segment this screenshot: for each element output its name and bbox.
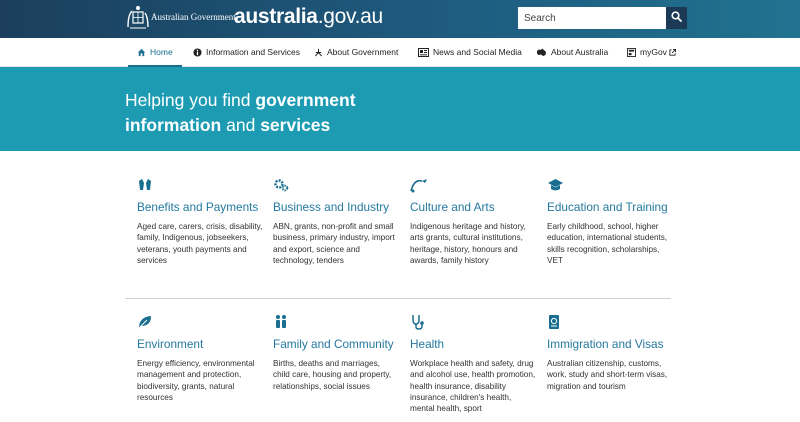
category-description: Indigenous heritage and history, arts gr…: [410, 222, 526, 265]
nav-item-label: About Australia: [551, 47, 609, 57]
site-header: Australian Government australia.gov.au: [0, 0, 800, 38]
search-button[interactable]: [666, 7, 687, 29]
tagline-text: and: [226, 115, 256, 135]
home-icon: [137, 48, 146, 57]
tagline-emphasis: services: [260, 115, 331, 135]
category-description: ABN, grants, non-profit and small busine…: [273, 222, 395, 265]
nav-item-home[interactable]: Home: [128, 38, 182, 67]
category-title[interactable]: Health: [410, 337, 536, 352]
info-icon: [193, 47, 202, 57]
category-health[interactable]: Health Workplace health and safety, drug…: [410, 314, 536, 414]
nav-item-about-australia[interactable]: About Australia: [536, 38, 608, 66]
nav-item-label: Home: [150, 47, 173, 57]
nav-item-label: Information and Services: [206, 47, 301, 57]
category-description: Early childhood, school, higher educatio…: [547, 222, 668, 265]
main-navigation: Home Information and Services About Gove…: [0, 38, 800, 67]
business-gears-icon: [273, 177, 399, 195]
external-link-icon: [669, 48, 676, 56]
category-description: Australian citizenship, customs, work, s…: [547, 359, 668, 391]
category-title[interactable]: Education and Training: [547, 200, 675, 215]
tagline-text: Helping you find: [125, 90, 251, 110]
stethoscope-icon: [410, 314, 536, 332]
row-divider: [125, 298, 671, 299]
search-box: [518, 7, 687, 29]
category-title[interactable]: Benefits and Payments: [137, 200, 263, 215]
category-title[interactable]: Immigration and Visas: [547, 337, 675, 352]
logo-bold-text: australia: [234, 5, 318, 28]
australia-map-icon: [536, 48, 547, 57]
search-input[interactable]: [518, 7, 666, 29]
category-title[interactable]: Environment: [137, 337, 263, 352]
government-label: Australian Government: [151, 12, 236, 22]
hero-tagline: Helping you find government information …: [125, 88, 356, 138]
category-culture-arts[interactable]: Culture and Arts Indigenous heritage and…: [410, 177, 536, 266]
category-family-community[interactable]: Family and Community Births, deaths and …: [273, 314, 399, 392]
nav-item-label: myGov: [640, 47, 667, 57]
category-description: Energy efficiency, environmental managem…: [137, 359, 255, 402]
news-icon: [418, 47, 429, 57]
culture-arts-icon: [410, 177, 536, 195]
search-icon: [671, 9, 682, 27]
category-title[interactable]: Business and Industry: [273, 200, 399, 215]
category-title[interactable]: Culture and Arts: [410, 200, 536, 215]
tagline-emphasis: government: [255, 90, 356, 110]
category-description: Births, deaths and marriages, child care…: [273, 359, 392, 391]
passport-icon: [547, 314, 675, 332]
category-description: Aged care, carers, crisis, disability, f…: [137, 222, 263, 265]
logo-domain-text: .gov.au: [317, 5, 384, 28]
nav-item-news-social[interactable]: News and Social Media: [418, 38, 522, 66]
nav-item-information-services[interactable]: Information and Services: [193, 38, 300, 66]
site-logo[interactable]: australia.gov.au: [234, 5, 383, 29]
leaf-icon: [137, 314, 263, 332]
category-description: Workplace health and safety, drug and al…: [410, 359, 536, 414]
government-icon: [314, 48, 323, 57]
tagline-emphasis: information: [125, 115, 222, 135]
category-education-training[interactable]: Education and Training Early childhood, …: [547, 177, 675, 266]
category-benefits-payments[interactable]: Benefits and Payments Aged care, carers,…: [137, 177, 263, 266]
hero-banner: Helping you find government information …: [0, 67, 800, 151]
category-title[interactable]: Family and Community: [273, 337, 399, 352]
category-environment[interactable]: Environment Energy efficiency, environme…: [137, 314, 263, 403]
category-business-industry[interactable]: Business and Industry ABN, grants, non-p…: [273, 177, 399, 266]
nav-item-mygov[interactable]: myGov: [627, 38, 676, 66]
family-icon: [273, 314, 399, 332]
benefits-hands-icon: [137, 177, 263, 195]
nav-item-about-government[interactable]: About Government: [314, 38, 398, 66]
category-immigration-visas[interactable]: Immigration and Visas Australian citizen…: [547, 314, 675, 392]
coat-of-arms-icon[interactable]: [126, 5, 150, 31]
nav-item-label: News and Social Media: [433, 47, 522, 57]
mygov-icon: [627, 47, 636, 57]
graduation-cap-icon: [547, 177, 675, 195]
nav-item-label: About Government: [327, 47, 399, 57]
